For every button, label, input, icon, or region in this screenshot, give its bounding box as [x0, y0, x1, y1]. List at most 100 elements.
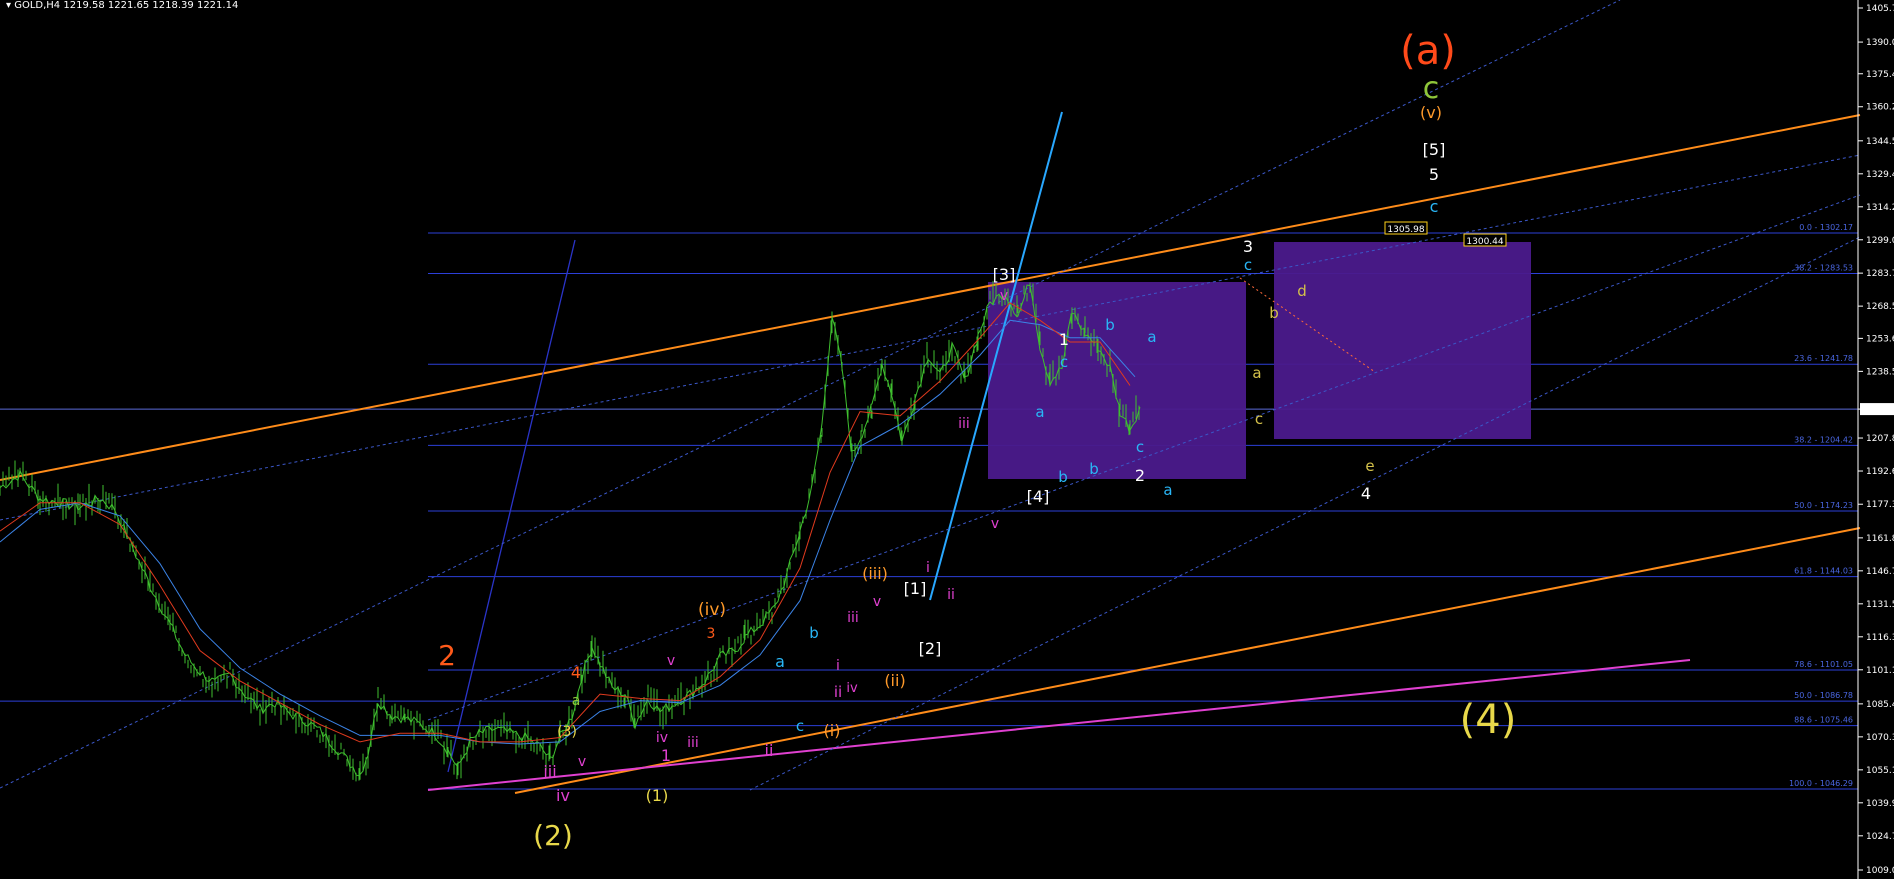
- consolidation-boxes: [988, 242, 1531, 479]
- axis-tick-label: 1405.71: [1866, 4, 1894, 14]
- wave-label: iii: [958, 416, 970, 432]
- wave-label: ii: [765, 741, 774, 760]
- wave-label: v: [873, 594, 881, 610]
- wave-label: iii: [543, 762, 556, 781]
- dropdown-triangle-icon[interactable]: ▾: [6, 0, 11, 11]
- wave-label: c: [1255, 410, 1263, 428]
- axis-tick-label: 1085.49: [1866, 700, 1894, 710]
- wave-label: 4: [571, 663, 581, 682]
- axis-tick-label: 1192.64: [1866, 467, 1894, 477]
- wave-label: i: [836, 658, 840, 674]
- ohlc-values: 1219.58 1221.65 1218.39 1221.14: [63, 0, 239, 11]
- wave-label: c: [796, 717, 804, 735]
- wave-label: b: [809, 624, 819, 642]
- axis-tick-label: 1161.88: [1866, 534, 1894, 544]
- axis-tick-label: 1101.17: [1866, 666, 1894, 676]
- axis-tick-label: 1344.59: [1866, 137, 1894, 147]
- wave-label: v: [1000, 288, 1008, 304]
- wave-label: c: [1244, 256, 1252, 274]
- axis-tick-label: 1314.23: [1866, 203, 1894, 213]
- fib-label: 38.2 - 1204.42: [1794, 435, 1853, 444]
- wave-label: iii: [687, 735, 699, 751]
- wave-label: iv: [556, 786, 570, 805]
- fib-label: 23.6 - 1241.78: [1794, 354, 1853, 363]
- axis-tick-label: 1268.52: [1866, 302, 1894, 312]
- axis-tick-label: 1238.50: [1866, 367, 1894, 377]
- axis-tick-label: 1375.45: [1866, 70, 1894, 80]
- wave-label: a: [775, 652, 785, 671]
- wave-label: 2: [438, 639, 456, 672]
- wave-label: i: [926, 560, 930, 576]
- price-flag-text: 1300.44: [1466, 237, 1503, 247]
- fib-label: 50.0 - 1174.23: [1794, 501, 1853, 510]
- fib-label: 78.6 - 1101.05: [1794, 660, 1853, 669]
- wave-label: ii: [834, 683, 842, 701]
- wave-label: (3): [557, 724, 577, 740]
- wave-label: (a): [1400, 28, 1456, 74]
- wave-label: 2: [1135, 466, 1145, 485]
- axis-tick-label: 1070.31: [1866, 733, 1894, 743]
- wave-label: 1: [1059, 330, 1069, 349]
- consolidation-box-2: [1274, 242, 1531, 439]
- wave-label: v: [991, 516, 999, 532]
- wave-label: (iii): [862, 564, 888, 583]
- fibonacci-levels: 0.0 - 1302.17 38.2 - 1283.53 23.6 - 1241.7…: [0, 223, 1858, 790]
- price-axis: 1405.71 1390.03 1375.45 1360.27 1344.59 1329.…: [1857, 0, 1894, 879]
- axis-tick-label: 1024.77: [1866, 832, 1894, 842]
- wave-label: c: [1430, 197, 1439, 216]
- wave-label: e: [1365, 457, 1374, 475]
- wave-label: [1]: [904, 579, 927, 598]
- wave-label: c: [1060, 353, 1068, 371]
- wave-label: (iv): [698, 600, 726, 620]
- price-series: [0, 280, 1141, 782]
- axis-tick-label: 1207.82: [1866, 434, 1894, 444]
- axis-tick-label: 1055.13: [1866, 766, 1894, 776]
- wave-label: a: [572, 693, 581, 709]
- wave-label: (v): [1420, 103, 1442, 122]
- wave-labels: (a)c(v)[5]5c3cdbace4[3]v1cbaabbac2iii[4]…: [438, 28, 1516, 852]
- wave-label: [3]: [993, 265, 1016, 284]
- chart-window[interactable]: 0.0 - 1302.17 38.2 - 1283.53 23.6 - 1241.7…: [0, 0, 1894, 879]
- wave-label: (i): [824, 721, 841, 740]
- axis-tick-label: 1146.71: [1866, 567, 1894, 577]
- price-chart[interactable]: 0.0 - 1302.17 38.2 - 1283.53 23.6 - 1241.7…: [0, 0, 1894, 879]
- fib-label: 0.0 - 1302.17: [1799, 223, 1853, 232]
- wave-label: [2]: [919, 639, 942, 658]
- wave-label: 1: [661, 746, 671, 765]
- wave-label: v: [578, 754, 586, 770]
- axis-tick-label: 1390.03: [1866, 38, 1894, 48]
- symbol-name: GOLD,H4: [14, 0, 61, 11]
- dark-blue-line: [447, 239, 576, 773]
- wave-label: b: [1105, 316, 1115, 334]
- axis-tick-label: 1253.68: [1866, 334, 1894, 344]
- fib-label: 38.2 - 1283.53: [1794, 264, 1853, 273]
- axis-tick-label: 1116.35: [1866, 633, 1894, 643]
- axis-tick-label: 1131.53: [1866, 600, 1894, 610]
- wave-label: iii: [847, 610, 859, 626]
- wave-label: 4: [1361, 484, 1371, 503]
- wave-label: iv: [846, 681, 858, 696]
- wave-label: 3: [1243, 237, 1253, 256]
- price-line: [0, 284, 1141, 777]
- wave-label: 3: [707, 626, 716, 642]
- wave-label: c: [1423, 71, 1440, 106]
- axis-tick-label: 1177.36: [1866, 500, 1894, 510]
- dotted-line-2: [0, 154, 1861, 521]
- axis-tick-label: 1360.27: [1866, 103, 1894, 113]
- fib-label: 100.0 - 1046.29: [1789, 779, 1853, 788]
- wave-label: [4]: [1027, 487, 1050, 506]
- current-price-text: 1221.14: [1863, 405, 1894, 415]
- fib-label: 50.0 - 1086.78: [1794, 691, 1853, 700]
- wave-label: ii: [947, 587, 955, 603]
- axis-tick-label: 1329.41: [1866, 170, 1894, 180]
- wave-label: a: [1035, 403, 1044, 421]
- consolidation-box-1: [988, 282, 1246, 479]
- wave-label: d: [1297, 282, 1307, 300]
- axis-tick-label: 1009.04: [1866, 866, 1894, 876]
- wave-label: (2): [533, 819, 573, 852]
- trend-lines: [0, 0, 1861, 794]
- axis-tick-label: 1299.05: [1866, 236, 1894, 246]
- axis-tick-label: 1283.70: [1866, 269, 1894, 279]
- orange-channel-upper: [0, 114, 1861, 481]
- wave-label: (4): [1460, 697, 1517, 743]
